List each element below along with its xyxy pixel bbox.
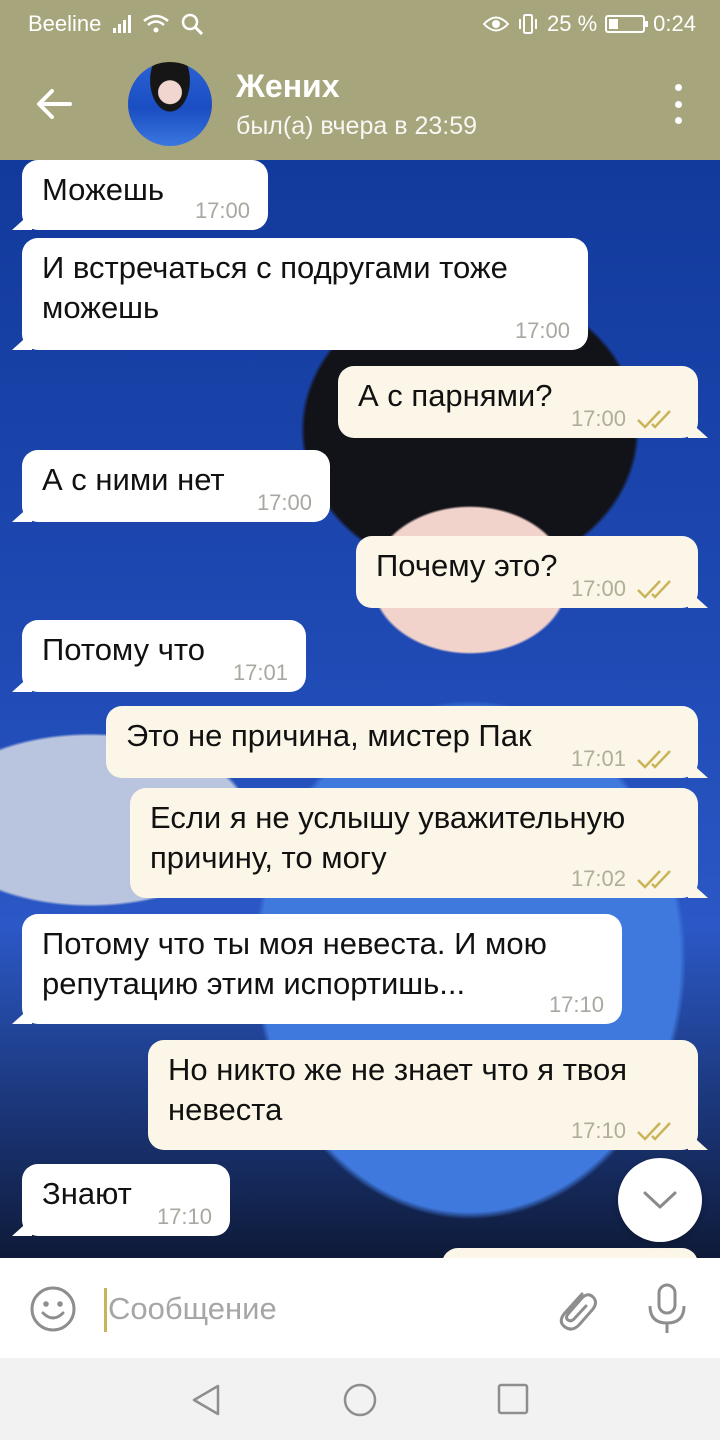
- message-text: Если я не услышу уважительную причину, т…: [150, 800, 626, 875]
- message-time: 17:10: [570, 1118, 626, 1143]
- signal-icon: [113, 15, 132, 33]
- text-cursor: [104, 1288, 107, 1332]
- message-time: 17:02: [570, 866, 626, 891]
- paperclip-icon[interactable]: [552, 1284, 600, 1334]
- message-bubble[interactable]: Потому что ты моя невеста. И мою репутац…: [22, 914, 622, 1024]
- message-text: И встречаться с подругами тоже можешь: [42, 250, 508, 325]
- message-bubble[interactable]: Если я не услышу уважительную причину, т…: [130, 788, 698, 898]
- message-text: Потому что ты моя невеста. И мою репутац…: [42, 926, 547, 1001]
- message-bubble[interactable]: А с ними нет 17:00: [22, 450, 330, 522]
- message-bubble[interactable]: Почему это? 17:00: [356, 536, 698, 608]
- search-icon: [182, 13, 204, 35]
- battery-percent: 25 %: [547, 11, 598, 36]
- message-time: 17:00: [514, 318, 570, 343]
- message-text: Знают: [42, 1176, 132, 1211]
- message-bubble[interactable]: Но никто же не знает что я твоя невеста …: [148, 1040, 698, 1150]
- vibrate-icon: [519, 14, 538, 34]
- battery-icon: [605, 15, 649, 33]
- chevron-down-icon: [643, 1191, 677, 1209]
- message-text: Потому что: [42, 632, 205, 667]
- clock: 0:24: [653, 11, 696, 36]
- message-text: Но никто же не знает что я твоя невеста: [168, 1052, 628, 1127]
- eye-icon: [483, 16, 510, 32]
- message-time: 17:10: [156, 1204, 212, 1229]
- back-button[interactable]: [32, 82, 76, 126]
- double-check-icon: [637, 1122, 671, 1141]
- message-composer: [0, 1258, 720, 1358]
- message-bubble[interactable]: И встречаться с подругами тоже можешь 17…: [22, 238, 588, 350]
- chat-header: Жених был(а) вчера в 23:59: [0, 48, 720, 160]
- system-nav-bar: [0, 1358, 720, 1440]
- double-check-icon: [637, 410, 671, 429]
- message-time: 17:00: [570, 576, 626, 601]
- carrier-label: Beeline: [28, 11, 102, 36]
- double-check-icon: [637, 580, 671, 599]
- nav-back-icon[interactable]: [188, 1382, 224, 1418]
- message-text: А с ними нет: [42, 462, 225, 497]
- message-time: 17:00: [194, 198, 250, 223]
- message-text: Можешь: [42, 172, 165, 207]
- more-vert-icon[interactable]: [668, 84, 688, 124]
- message-bubble[interactable]: Знают 17:10: [22, 1164, 230, 1236]
- message-bubble-partial[interactable]: [442, 1248, 698, 1258]
- message-text: Почему это?: [376, 548, 558, 583]
- message-bubble[interactable]: Потому что 17:01: [22, 620, 306, 692]
- back-arrow-icon: [37, 89, 72, 119]
- message-text: Это не причина, мистер Пак: [126, 718, 532, 753]
- message-text: А с парнями?: [358, 378, 553, 413]
- message-time: 17:01: [232, 660, 288, 685]
- message-time: 17:00: [256, 490, 312, 515]
- message-bubble[interactable]: А с парнями? 17:00: [338, 366, 698, 438]
- last-seen-status: был(а) вчера в 23:59: [236, 112, 478, 140]
- message-time: 17:00: [570, 406, 626, 431]
- message-time: 17:10: [548, 992, 604, 1017]
- chat-title[interactable]: Жених: [236, 68, 340, 105]
- message-list[interactable]: Можешь 17:00 И встречаться с подругами т…: [0, 160, 720, 1258]
- microphone-icon[interactable]: [644, 1282, 690, 1336]
- double-check-icon: [637, 750, 671, 769]
- emoji-icon[interactable]: [28, 1284, 78, 1334]
- status-bar: Beeline 25 % 0:24: [0, 0, 720, 48]
- message-bubble[interactable]: Это не причина, мистер Пак 17:01: [106, 706, 698, 778]
- double-check-icon: [637, 870, 671, 889]
- nav-home-icon[interactable]: [342, 1382, 378, 1418]
- nav-recent-icon[interactable]: [496, 1382, 530, 1416]
- avatar[interactable]: [128, 62, 212, 146]
- message-time: 17:01: [570, 746, 626, 771]
- scroll-to-bottom-button[interactable]: [618, 1158, 702, 1242]
- wifi-icon: [143, 14, 170, 33]
- message-bubble[interactable]: Можешь 17:00: [22, 160, 268, 230]
- message-input[interactable]: [108, 1284, 528, 1334]
